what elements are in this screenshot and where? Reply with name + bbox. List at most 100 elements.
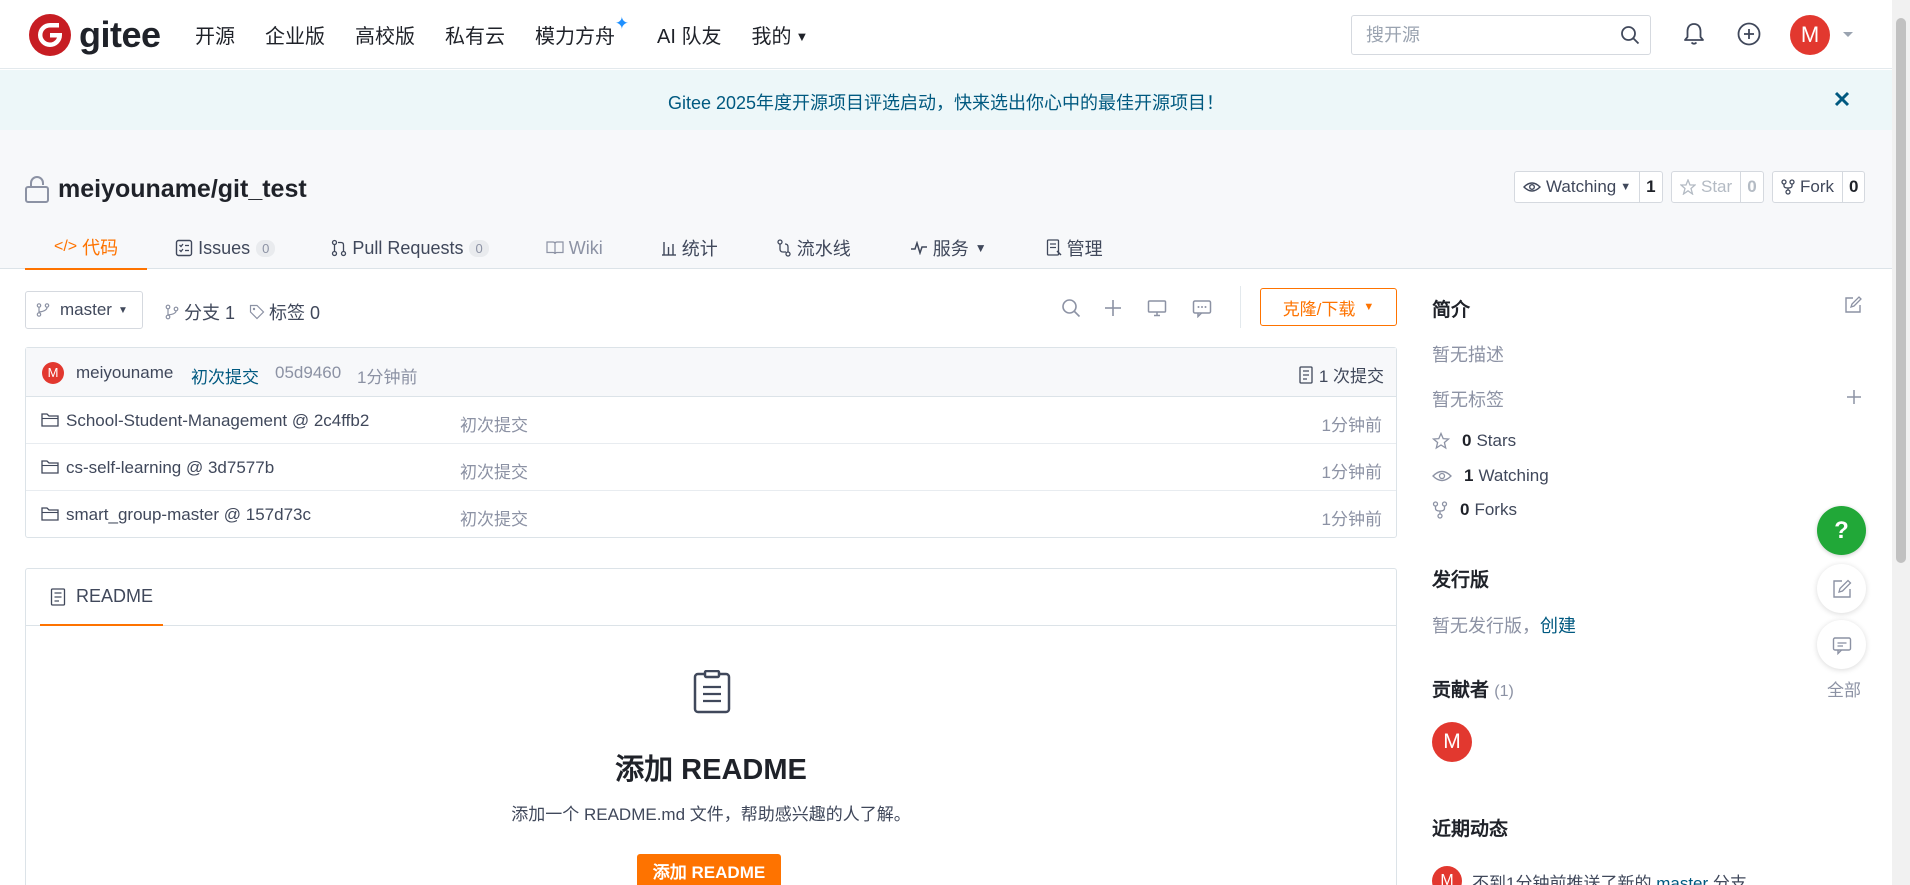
fork-icon [1432, 501, 1448, 519]
toolbar-divider [1240, 286, 1241, 328]
no-description-text: 暂无描述 [1432, 345, 1504, 365]
tags-label: 标签 0 [269, 303, 321, 323]
tags-link[interactable]: 标签 0 [249, 299, 320, 325]
fork-button[interactable]: Fork 0 [1772, 171, 1866, 203]
nav-moli-fangzhou-label: 模力方舟 [535, 26, 615, 48]
readme-panel: README 添加 README 添加一个 README.md 文件，帮助感兴趣… [25, 568, 1397, 885]
banner-link[interactable]: Gitee 2025年度开源项目评选启动，快来选出你心中的最佳开源项目！ [0, 89, 1892, 115]
help-button[interactable]: ? [1817, 506, 1866, 555]
branch-meta: 分支 1 标签 0 [164, 299, 334, 325]
watch-label: Watching [1546, 177, 1617, 196]
add-readme-button[interactable]: 添加 README [637, 854, 781, 885]
list-item[interactable]: cs-self-learning @ 3d7577b 初次提交 1分钟前 [26, 444, 1396, 491]
tab-wiki-label: Wiki [568, 237, 603, 258]
forks-stat[interactable]: 0 Forks [1432, 500, 1517, 520]
repo-name-link[interactable]: meiyouname/git_test [58, 175, 307, 204]
star-button[interactable]: Star 0 [1671, 171, 1764, 203]
list-item[interactable]: smart_group-master @ 157d73c 初次提交 1分钟前 [26, 491, 1396, 538]
commit-sha-link[interactable]: 05d9460 [275, 363, 341, 383]
watch-count[interactable]: 1 [1640, 177, 1661, 197]
nav-open-source[interactable]: 开源 [195, 20, 235, 49]
close-icon[interactable] [1834, 91, 1850, 107]
search-input[interactable] [1352, 16, 1607, 54]
watch-button[interactable]: Watching ▼ 1 [1514, 171, 1663, 203]
readme-tab-label: README [76, 586, 154, 606]
branch-selector[interactable]: master ▼ [25, 291, 143, 329]
comment-icon [1832, 636, 1851, 655]
nav-university[interactable]: 高校版 [355, 20, 415, 49]
file-commit-time: 1分钟前 [1321, 463, 1382, 482]
announcement-banner: Gitee 2025年度开源项目评选启动，快来选出你心中的最佳开源项目！ [0, 70, 1892, 130]
issues-icon [175, 239, 193, 257]
eye-icon [1432, 470, 1452, 482]
tab-pipeline[interactable]: 流水线 [747, 226, 880, 270]
file-name-link[interactable]: School-Student-Management @ 2c4ffb2 [66, 411, 369, 431]
chevron-down-icon[interactable] [1842, 31, 1854, 39]
contributors-heading: 贡献者 (1) [1432, 675, 1514, 702]
add-file-icon[interactable] [1103, 298, 1123, 318]
file-commit-message[interactable]: 初次提交 [460, 458, 528, 483]
scrollbar-thumb[interactable] [1896, 18, 1906, 563]
tab-pull-requests[interactable]: Pull Requests 0 [303, 226, 516, 270]
avatar[interactable]: M [1432, 722, 1472, 762]
tab-wiki[interactable]: Wiki [517, 226, 632, 270]
avatar[interactable]: M [42, 362, 64, 384]
nav-private-cloud[interactable]: 私有云 [445, 20, 505, 49]
tab-services[interactable]: 服务 ▼ [880, 226, 1017, 270]
list-item[interactable]: School-Student-Management @ 2c4ffb2 初次提交… [26, 397, 1396, 444]
bell-icon[interactable] [1683, 22, 1705, 46]
search-icon[interactable] [1620, 25, 1640, 45]
watching-stat[interactable]: 1 Watching [1432, 466, 1549, 486]
star-icon [1432, 432, 1450, 450]
no-release-text: 暂无发行版， [1432, 616, 1540, 636]
create-release-link[interactable]: 创建 [1540, 616, 1576, 636]
plus-circle-icon[interactable] [1737, 22, 1761, 46]
tab-code[interactable]: </> 代码 [25, 226, 148, 270]
feedback-button[interactable] [1817, 564, 1866, 613]
comment-icon[interactable] [1192, 298, 1212, 318]
file-name-link[interactable]: cs-self-learning @ 3d7577b [66, 458, 274, 478]
pipeline-icon [777, 239, 791, 257]
tab-stats[interactable]: 统计 [632, 226, 747, 270]
clone-download-button[interactable]: 克隆/下载 ▼ [1260, 288, 1397, 326]
activity-branch-link[interactable]: master [1656, 874, 1708, 885]
watching-label: Watching [1478, 466, 1549, 485]
gitee-logo[interactable]: gitee [29, 14, 161, 56]
fork-icon [1781, 179, 1795, 195]
add-tag-icon[interactable] [1846, 389, 1862, 405]
stars-stat[interactable]: 0 Stars [1432, 431, 1516, 451]
nav-ai-teammate[interactable]: AI 队友 [657, 20, 721, 49]
latest-commit-bar: M meiyouname 初次提交 05d9460 1分钟前 1 次提交 [26, 348, 1396, 397]
file-commit-message[interactable]: 初次提交 [460, 411, 528, 436]
nav-enterprise[interactable]: 企业版 [265, 20, 325, 49]
star-count[interactable]: 0 [1741, 177, 1762, 197]
commit-author-link[interactable]: meiyouname [76, 363, 173, 383]
commit-count-label: 1 次提交 [1318, 367, 1384, 386]
all-link[interactable]: 全部 [1827, 676, 1861, 701]
avatar[interactable]: M [1432, 866, 1462, 885]
search-icon[interactable] [1061, 298, 1081, 318]
tab-issues[interactable]: Issues 0 [147, 226, 303, 270]
commit-message-link[interactable]: 初次提交 [191, 363, 259, 388]
nav-moli-fangzhou[interactable]: 模力方舟 ✦ [535, 14, 629, 49]
readme-tab[interactable]: README [40, 569, 164, 626]
user-avatar[interactable]: M [1790, 15, 1830, 55]
branches-link[interactable]: 分支 1 [164, 299, 235, 325]
fork-count[interactable]: 0 [1843, 177, 1864, 197]
no-tags-text: 暂无标签 [1432, 390, 1504, 410]
file-name-link[interactable]: smart_group-master @ 157d73c [66, 505, 311, 525]
tab-manage[interactable]: 管理 [1017, 226, 1132, 270]
chat-button[interactable] [1817, 620, 1866, 669]
nav-mine[interactable]: 我的 ▼ [751, 20, 808, 49]
repo-title: meiyouname/git_test [24, 174, 307, 204]
vertical-scrollbar[interactable] [1892, 0, 1910, 885]
edit-icon[interactable] [1844, 296, 1862, 314]
caret-down-icon: ▼ [1363, 301, 1375, 313]
submodule-folder-icon [41, 412, 59, 427]
repo-tabs: </> 代码 Issues 0 Pull Requests 0 Wiki 统计 … [25, 226, 1132, 270]
current-branch-label: master [60, 300, 112, 319]
star-button-group: Star 0 [1671, 171, 1764, 203]
web-ide-icon[interactable] [1147, 298, 1167, 318]
file-commit-message[interactable]: 初次提交 [460, 505, 528, 530]
commit-count-link[interactable]: 1 次提交 [1299, 362, 1384, 387]
